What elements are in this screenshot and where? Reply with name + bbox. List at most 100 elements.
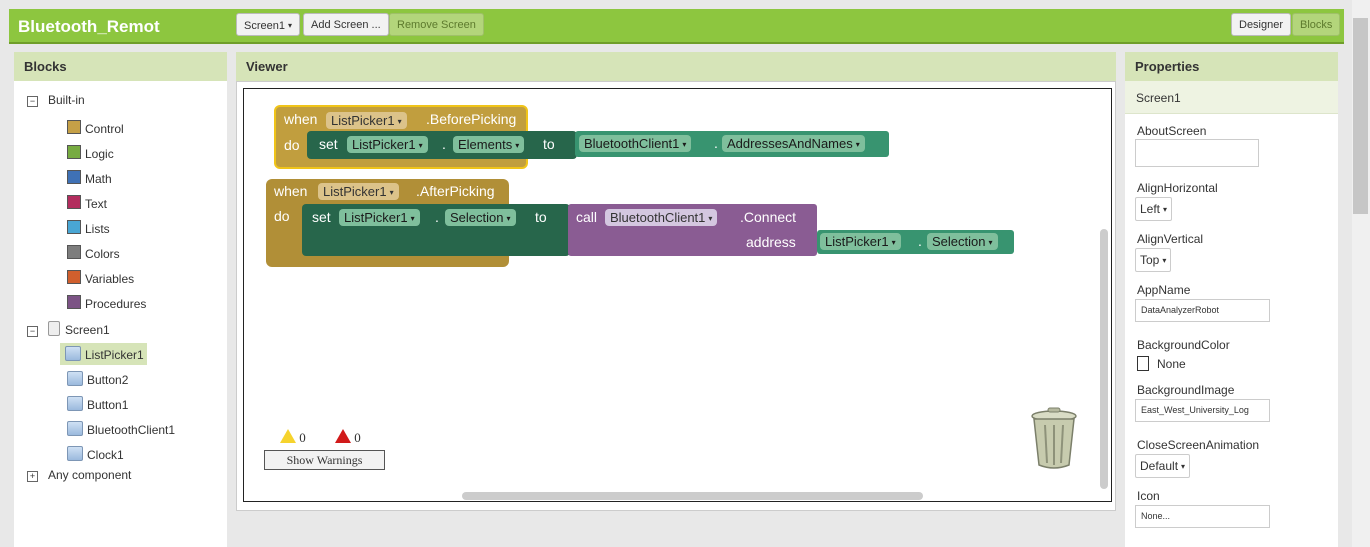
component-label: BluetoothClient1 bbox=[87, 423, 176, 437]
builtin-item-text[interactable]: Text bbox=[67, 195, 107, 211]
set-component-dropdown[interactable]: ListPicker1 ▾ bbox=[347, 136, 428, 153]
collapse-icon[interactable]: − bbox=[27, 326, 38, 337]
builtin-item-control[interactable]: Control bbox=[67, 120, 124, 136]
builtin-item-math[interactable]: Math bbox=[67, 170, 112, 186]
errors-indicator: 0 bbox=[335, 429, 361, 446]
show-warnings-button[interactable]: Show Warnings bbox=[264, 450, 385, 470]
getter-component-dropdown[interactable]: ListPicker1 ▾ bbox=[820, 233, 901, 250]
dropdown-arrow-icon: ▾ bbox=[891, 238, 896, 247]
component-item-bluetoothclient1[interactable]: BluetoothClient1 bbox=[67, 421, 175, 437]
screen-select-label: Screen1 bbox=[244, 20, 285, 32]
screen-select[interactable]: Screen1 ▾ bbox=[236, 13, 300, 36]
builtin-node[interactable]: − Built-in bbox=[27, 93, 85, 107]
listpicker-selection-getter-block[interactable]: ListPicker1 ▾ . Selection ▾ bbox=[817, 230, 1014, 254]
set-property-dropdown[interactable]: Elements ▾ bbox=[453, 136, 525, 153]
builtin-item-variables[interactable]: Variables bbox=[67, 270, 134, 286]
errors-count: 0 bbox=[354, 430, 361, 445]
align-horizontal-select[interactable]: Left ▾ bbox=[1135, 197, 1173, 221]
getter-component-dropdown[interactable]: BluetoothClient1 ▾ bbox=[579, 135, 692, 152]
component-item-button2[interactable]: Button2 bbox=[67, 371, 128, 387]
call-component-dropdown[interactable]: BluetoothClient1 ▾ bbox=[605, 209, 718, 226]
blocks-panel-title: Blocks bbox=[14, 52, 227, 81]
component-item-button1[interactable]: Button1 bbox=[67, 396, 128, 412]
getter-property-dropdown[interactable]: Selection ▾ bbox=[927, 233, 998, 250]
background-color-picker[interactable]: None bbox=[1137, 356, 1186, 371]
about-screen-textarea[interactable] bbox=[1135, 139, 1259, 167]
set-property-dropdown[interactable]: Selection ▾ bbox=[445, 209, 516, 226]
dropdown-arrow-icon: ▾ bbox=[506, 214, 511, 223]
screen1-node[interactable]: − Screen1 bbox=[27, 321, 110, 337]
component-label: Button1 bbox=[87, 398, 129, 412]
trash-icon[interactable] bbox=[1030, 407, 1078, 471]
close-screen-animation-label: CloseScreenAnimation bbox=[1137, 438, 1260, 452]
color-swatch-icon bbox=[67, 245, 81, 259]
component-label: Clock1 bbox=[87, 448, 124, 462]
event-component-dropdown[interactable]: ListPicker1 ▾ bbox=[326, 112, 407, 129]
builtin-item-label: Control bbox=[85, 122, 124, 136]
method-name: .Connect bbox=[740, 209, 797, 225]
align-vertical-select[interactable]: Top ▾ bbox=[1135, 248, 1172, 272]
dropdown-arrow-icon: ▾ bbox=[1162, 256, 1167, 265]
event-name: .AfterPicking bbox=[416, 183, 495, 199]
builtin-item-procedures[interactable]: Procedures bbox=[67, 295, 146, 311]
dropdown-arrow-icon: ▾ bbox=[1163, 205, 1168, 214]
builtin-item-label: Variables bbox=[85, 272, 135, 286]
set-selection-block[interactable]: set ListPicker1 ▾ . Selection ▾ to bbox=[302, 204, 570, 256]
color-swatch-icon bbox=[67, 270, 81, 284]
top-toolbar: Bluetooth_Remot Screen1 ▾ Add Screen ... … bbox=[9, 9, 1344, 44]
event-component-label: ListPicker1 bbox=[331, 113, 395, 128]
getter-property-label: Selection bbox=[932, 234, 986, 249]
builtin-item-logic[interactable]: Logic bbox=[67, 145, 114, 161]
connect-method-block[interactable]: call BluetoothClient1 ▾ .Connect address bbox=[568, 204, 817, 256]
builtin-item-lists[interactable]: Lists bbox=[67, 220, 110, 236]
icon-label: Icon bbox=[1137, 489, 1160, 503]
builtin-item-label: Logic bbox=[85, 147, 114, 161]
builtin-item-colors[interactable]: Colors bbox=[67, 245, 120, 261]
getter-property-dropdown[interactable]: AddressesAndNames ▾ bbox=[722, 135, 865, 152]
set-component-dropdown[interactable]: ListPicker1 ▾ bbox=[339, 209, 420, 226]
screen-icon bbox=[48, 321, 60, 336]
align-vertical-label: AlignVertical bbox=[1137, 232, 1204, 246]
error-icon bbox=[335, 429, 351, 443]
align-vertical-value: Top bbox=[1140, 253, 1160, 267]
icon-picker[interactable]: None... bbox=[1135, 505, 1270, 528]
expand-icon[interactable]: + bbox=[27, 471, 38, 482]
remove-screen-button[interactable]: Remove Screen bbox=[389, 13, 484, 36]
dropdown-arrow-icon: ▾ bbox=[1181, 462, 1186, 471]
screen1-label: Screen1 bbox=[65, 323, 110, 337]
do-keyword: do bbox=[274, 208, 290, 224]
component-item-clock1[interactable]: Clock1 bbox=[67, 446, 124, 462]
call-component-label: BluetoothClient1 bbox=[610, 210, 706, 225]
blocks-button[interactable]: Blocks bbox=[1292, 13, 1341, 36]
app-name-input[interactable]: DataAnalyzerRobot bbox=[1135, 299, 1270, 322]
event-component-dropdown[interactable]: ListPicker1 ▾ bbox=[318, 183, 399, 200]
color-swatch-icon bbox=[67, 220, 81, 234]
set-property-label: Selection bbox=[450, 210, 504, 225]
any-component-node[interactable]: + Any component bbox=[27, 468, 131, 482]
dropdown-arrow-icon: ▾ bbox=[988, 238, 993, 247]
color-swatch-icon bbox=[67, 195, 81, 209]
do-keyword: do bbox=[284, 137, 300, 153]
when-keyword: when bbox=[274, 183, 308, 199]
horizontal-scrollbar[interactable] bbox=[462, 492, 923, 500]
component-item-listpicker1[interactable]: ListPicker1 bbox=[60, 343, 147, 365]
builtin-item-label: Colors bbox=[85, 247, 120, 261]
dropdown-arrow-icon: ▾ bbox=[515, 141, 520, 150]
bluetooth-addresses-getter-block[interactable]: BluetoothClient1 ▾ . AddressesAndNames ▾ bbox=[575, 131, 889, 157]
vertical-scrollbar[interactable] bbox=[1100, 229, 1108, 489]
dropdown-arrow-icon: ▾ bbox=[708, 214, 713, 223]
page-scrollbar[interactable] bbox=[1352, 0, 1370, 547]
blocks-tree: − Built-in Control Logic Math Text Lists Color… bbox=[14, 81, 227, 547]
background-image-picker[interactable]: East_West_University_Log bbox=[1135, 399, 1270, 422]
designer-button[interactable]: Designer bbox=[1231, 13, 1292, 36]
blocks-workspace[interactable]: when ListPicker1 ▾ .BeforePicking do set … bbox=[243, 88, 1112, 502]
add-screen-button[interactable]: Add Screen ... bbox=[303, 13, 389, 36]
color-swatch bbox=[1137, 356, 1149, 371]
component-label: ListPicker1 bbox=[85, 348, 144, 362]
close-screen-animation-select[interactable]: Default ▾ bbox=[1135, 454, 1191, 478]
dropdown-arrow-icon: ▾ bbox=[855, 140, 860, 149]
collapse-icon[interactable]: − bbox=[27, 96, 38, 107]
align-horizontal-label: AlignHorizontal bbox=[1137, 181, 1218, 195]
set-elements-block[interactable]: set ListPicker1 ▾ . Elements ▾ to bbox=[307, 131, 577, 159]
warning-icon bbox=[280, 429, 296, 443]
